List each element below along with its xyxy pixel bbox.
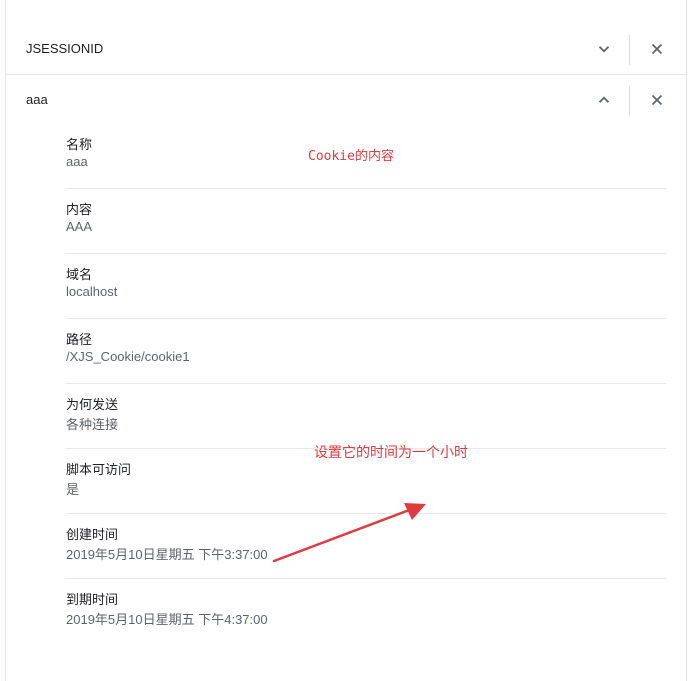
annotation-content-note: Cookie的内容 (308, 149, 394, 164)
annotation-arrow-icon (272, 503, 426, 563)
cookie-name: aaa (26, 92, 48, 107)
cookie-list-panel: JSESSIONID aaa 名称 aaa 内容 AAA 域名 localhos… (5, 0, 687, 681)
chevron-down-icon[interactable] (595, 40, 613, 58)
cookie-row-jsessionid[interactable]: JSESSIONID (6, 24, 686, 75)
detail-value: AAA (66, 219, 93, 234)
detail-value: 各种连接 (66, 417, 119, 432)
cookie-row-aaa[interactable]: aaa (6, 75, 686, 125)
detail-label: 域名 (66, 267, 93, 282)
detail-label: 到期时间 (66, 592, 119, 607)
detail-value: 是 (66, 482, 80, 497)
detail-label: 路径 (66, 332, 93, 347)
detail-value: /XJS_Cookie/cookie1 (66, 349, 190, 364)
annotation-expiry-note: 设置它的时间为一个小时 (314, 444, 468, 460)
chevron-up-icon[interactable] (595, 91, 613, 109)
detail-domain: 域名 localhost (66, 253, 666, 319)
detail-label: 内容 (66, 202, 93, 217)
detail-label: 创建时间 (66, 527, 119, 542)
detail-label: 为何发送 (66, 397, 119, 412)
detail-value: aaa (66, 154, 88, 169)
detail-label: 名称 (66, 137, 93, 152)
detail-content: 内容 AAA (66, 188, 666, 254)
detail-label: 脚本可访问 (66, 462, 132, 477)
detail-send-for: 为何发送 各种连接 (66, 383, 666, 449)
detail-expires: 到期时间 2019年5月10日星期五 下午4:37:00 (66, 578, 666, 643)
detail-value: localhost (66, 284, 118, 299)
divider (629, 86, 630, 116)
close-icon[interactable] (648, 91, 666, 109)
detail-path: 路径 /XJS_Cookie/cookie1 (66, 318, 666, 384)
close-icon[interactable] (648, 40, 666, 58)
detail-value: 2019年5月10日星期五 下午4:37:00 (66, 612, 268, 627)
divider (629, 35, 630, 65)
detail-value: 2019年5月10日星期五 下午3:37:00 (66, 547, 268, 562)
cookie-name: JSESSIONID (26, 41, 104, 56)
